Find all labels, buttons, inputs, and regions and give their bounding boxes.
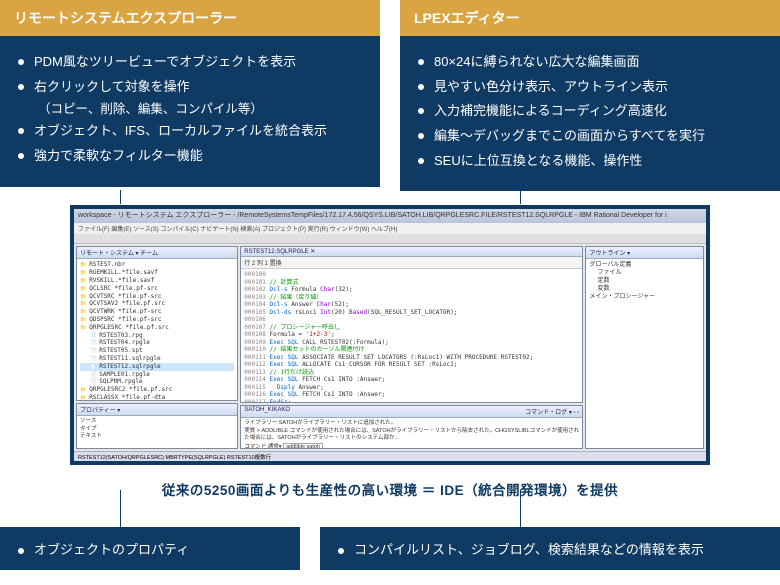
tree-item[interactable]: QCVTWRK *file.pf-src	[80, 308, 234, 316]
tree-item[interactable]: RSTEST05.spt	[80, 347, 234, 355]
feature-item: 強力で柔軟なフィルター機能	[18, 144, 362, 169]
tree-item[interactable]: RSTEST04.rpgle	[80, 339, 234, 347]
log-tabs[interactable]: SATOH_KIKAKO コマンド・ログ ▾ ▫ ▫	[241, 406, 582, 418]
feature-item: SEUに上位互換となる機能、操作性	[418, 149, 762, 174]
log-body: ライブラリー SATOHがライブラリー・リストに追加された。 実質 > ADDL…	[241, 418, 582, 449]
rse-tree[interactable]: RSTEST.nbrRGEMKILL.*file.savfRVSKILL.*fi…	[77, 259, 237, 401]
ide-window: workspace - リモートシステム エクスプローラー - /RemoteS…	[70, 205, 710, 465]
ide-main: リモート・システム ▾ チーム RSTEST.nbrRGEMKILL.*file…	[74, 244, 706, 451]
panel-compile-log: コンパイルリスト、ジョブログ、検索結果などの情報を表示	[320, 527, 780, 570]
props-body: ソース タイプ テキスト	[77, 416, 237, 441]
tree-item[interactable]: QCLSRC *file.pf-src	[80, 285, 234, 293]
tree-item[interactable]: QCVTSRC *file.pf-src	[80, 293, 234, 301]
ide-menubar[interactable]: ファイル(F) 編集(E) ソース(S) コンパイル(C) ナビゲート(N) 検…	[74, 223, 706, 234]
panel-remote-system-explorer: リモートシステムエクスプローラー PDM風なツリービューでオブジェクトを表示 右…	[0, 0, 380, 191]
log-tab-left[interactable]: SATOH_KIKAKO	[244, 407, 290, 416]
feature-item: オブジェクト、IFS、ローカルファイルを統合表示	[18, 119, 362, 144]
tree-item[interactable]: QCVTSAV2 *file.pf.src	[80, 300, 234, 308]
editor-header: 行 2 列 1 置換	[241, 257, 582, 269]
tree-item[interactable]: SAMPLE01.rpgle	[80, 371, 234, 379]
panel-object-properties: オブジェクトのプロパティ	[0, 527, 300, 570]
feature-item: 編集〜デバッグまでこの画面からすべてを実行	[418, 124, 762, 149]
editor-code[interactable]: 000100 000101 // 計算式 000102 Dcl-s Formul…	[241, 269, 582, 403]
tree-item[interactable]: RSCLASSX *file.pf-dta	[80, 394, 234, 401]
ide-screenshot: workspace - リモートシステム エクスプローラー - /RemoteS…	[0, 205, 780, 465]
connectors-top	[0, 191, 780, 205]
tree-item[interactable]: RSTEST03.rpg	[80, 332, 234, 340]
top-panels-row: リモートシステムエクスプローラー PDM風なツリービューでオブジェクトを表示 右…	[0, 0, 780, 191]
panel-title: LPEXエディター	[400, 0, 780, 36]
tree-item[interactable]: RGEMKILL.*file.savf	[80, 269, 234, 277]
pane-tab[interactable]: アウトライン ▾	[586, 247, 703, 259]
tree-item[interactable]: QRPGLESRC2 *file.pf.src	[80, 386, 234, 394]
editor-pane[interactable]: RSTEST12.SQLRPGLE ✕ 行 2 列 1 置換 000100 00…	[240, 246, 583, 403]
feature-item: PDM風なツリービューでオブジェクトを表示	[18, 50, 362, 75]
feature-item: 見やすい色分け表示、アウトライン表示	[418, 75, 762, 100]
tree-item[interactable]: QDSPSRC *file.pf-src	[80, 316, 234, 324]
connectors-bot	[0, 509, 780, 527]
remote-systems-pane[interactable]: リモート・システム ▾ チーム RSTEST.nbrRGEMKILL.*file…	[76, 246, 238, 401]
ide-statusbar: RSTEST12(SATOH/QRPGLESRC) MBRTYPE(SQLRPG…	[74, 451, 706, 461]
outline-tree[interactable]: グローバル定義 ファイル 定数 変数 メイン・プロシージャー	[586, 259, 703, 302]
feature-item: 入力補完機能によるコーディング高速化	[418, 99, 762, 124]
tree-item[interactable]: RVSKILL.*file.savf	[80, 277, 234, 285]
pane-tab[interactable]: プロパティー ▾	[77, 404, 237, 416]
ide-titlebar: workspace - リモートシステム エクスプローラー - /RemoteS…	[74, 209, 706, 223]
tree-item[interactable]: RSTEST11.sqlrpgle	[80, 355, 234, 363]
tree-item[interactable]: SQLPRM.rpgle	[80, 378, 234, 386]
bottom-item: オブジェクトのプロパティ	[18, 542, 189, 557]
command-input[interactable]: addlible satoh	[283, 443, 323, 450]
panel-body: PDM風なツリービューでオブジェクトを表示 右クリックして対象を操作（コピー、削…	[0, 36, 380, 187]
tree-item[interactable]: RSTEST.nbr	[80, 261, 234, 269]
editor-tab[interactable]: RSTEST12.SQLRPGLE ✕	[241, 247, 582, 257]
feature-item: 右クリックして対象を操作（コピー、削除、編集、コンパイル等）	[18, 75, 362, 120]
outline-pane[interactable]: アウトライン ▾ グローバル定義 ファイル 定数 変数 メイン・プロシージャー	[585, 246, 704, 449]
panel-lpex-editor: LPEXエディター 80×24に縛られない広大な編集画面 見やすい色分け表示、ア…	[400, 0, 780, 191]
command-log-pane[interactable]: SATOH_KIKAKO コマンド・ログ ▾ ▫ ▫ ライブラリー SATOHが…	[240, 405, 583, 449]
bottom-panels-row: オブジェクトのプロパティ コンパイルリスト、ジョブログ、検索結果などの情報を表示	[0, 527, 780, 570]
caption: 従来の5250画面よりも生産性の高い環境 ＝ IDE（統合開発環境）を提供	[0, 465, 780, 509]
feature-item: 80×24に縛られない広大な編集画面	[418, 50, 762, 75]
bottom-item: コンパイルリスト、ジョブログ、検索結果などの情報を表示	[338, 542, 704, 557]
log-tab-right[interactable]: コマンド・ログ ▾ ▫ ▫	[525, 407, 579, 416]
ide-toolbar[interactable]	[74, 234, 706, 244]
panel-body: 80×24に縛られない広大な編集画面 見やすい色分け表示、アウトライン表示 入力…	[400, 36, 780, 191]
tree-item[interactable]: QRPGLESRC *file.pf.src	[80, 324, 234, 332]
panel-title: リモートシステムエクスプローラー	[0, 0, 380, 36]
pane-tab[interactable]: リモート・システム ▾ チーム	[77, 247, 237, 259]
properties-pane[interactable]: プロパティー ▾ ソース タイプ テキスト	[76, 403, 238, 449]
tree-item[interactable]: RSTEST12.sqlrpgle	[80, 363, 234, 371]
